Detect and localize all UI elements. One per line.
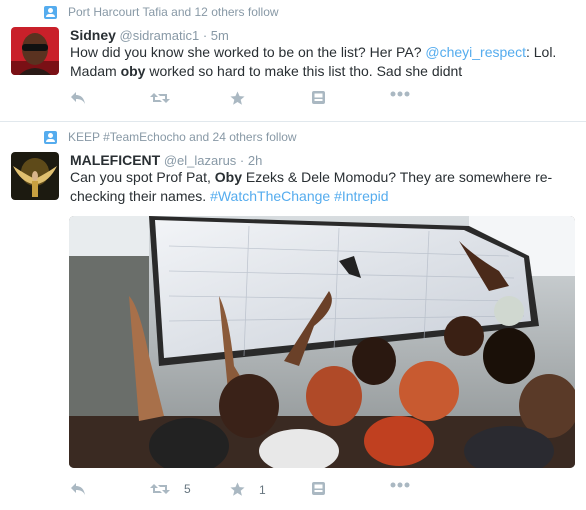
- display-name[interactable]: MALEFICENT: [70, 152, 160, 168]
- reply-icon: [71, 483, 85, 495]
- avatar[interactable]: [11, 27, 59, 75]
- username[interactable]: @sidramatic1: [120, 28, 200, 43]
- text-segment: Ezeks & Dele Momodu? They are somewhere …: [241, 169, 553, 185]
- separator: ·: [202, 28, 208, 43]
- tweet-photo[interactable]: [69, 216, 575, 468]
- tweet-header: MALEFICENT @el_lazarus · 2h: [70, 152, 262, 169]
- tweet[interactable]: KEEP #TeamEchocho and 24 others follow M…: [0, 122, 586, 510]
- avatar[interactable]: [11, 152, 59, 200]
- tweet-text-line: Madam oby worked so hard to make this li…: [70, 62, 575, 81]
- tweet-actions: 5 1: [70, 482, 570, 498]
- highlighted-word: Oby: [214, 169, 242, 185]
- display-name[interactable]: Sidney: [70, 27, 116, 43]
- text-segment: checking their names.: [70, 188, 211, 204]
- tweet-text-line: How did you know she worked to be on the…: [70, 43, 575, 62]
- reply-icon: [71, 92, 85, 104]
- tweet-text: Can you spot Prof Pat, Oby Ezeks & Dele …: [70, 168, 575, 206]
- reply-button[interactable]: [70, 91, 86, 105]
- text-segment: worked so hard to make this list tho. Sa…: [145, 63, 463, 79]
- retweet-button[interactable]: [150, 91, 170, 105]
- retweet-icon: [150, 93, 170, 103]
- timestamp[interactable]: 2h: [248, 153, 262, 168]
- more-button[interactable]: [390, 91, 410, 97]
- separator: ·: [239, 153, 245, 168]
- favorite-button[interactable]: [230, 91, 245, 106]
- hashtag-link[interactable]: #Intrepid: [334, 188, 388, 204]
- tweet-text: How did you know she worked to be on the…: [70, 43, 575, 81]
- tweet[interactable]: Port Harcourt Tafia and 12 others follow…: [0, 0, 586, 122]
- star-icon: [230, 91, 245, 105]
- text-segment: Can you spot Prof Pat,: [70, 169, 215, 185]
- tweet-text-line: checking their names. #WatchTheChange #I…: [70, 187, 575, 206]
- follow-context-text: KEEP #TeamEchocho and 24 others follow: [68, 130, 297, 144]
- follow-context: Port Harcourt Tafia and 12 others follow: [44, 5, 279, 19]
- follow-context: KEEP #TeamEchocho and 24 others follow: [44, 130, 297, 144]
- mention-link[interactable]: @cheyi_respect: [425, 44, 526, 60]
- hashtag-link[interactable]: #WatchTheChange: [210, 188, 330, 204]
- add-to-collection-button[interactable]: [312, 482, 325, 495]
- text-segment: How did you know she worked to be on the…: [70, 44, 426, 60]
- favorite-count: 1: [259, 482, 266, 497]
- tweet-actions: [70, 91, 570, 107]
- collection-icon: [312, 91, 325, 104]
- text-segment: Madam: [70, 63, 121, 79]
- highlighted-word: oby: [120, 63, 146, 79]
- timestamp[interactable]: 5m: [211, 28, 229, 43]
- reply-button[interactable]: [70, 482, 86, 496]
- username[interactable]: @el_lazarus: [164, 153, 236, 168]
- favorite-button[interactable]: 1: [230, 482, 266, 497]
- retweet-count: 5: [184, 482, 191, 496]
- collection-icon: [312, 482, 325, 495]
- more-icon: [390, 482, 410, 488]
- person-icon: [44, 5, 57, 19]
- person-icon: [44, 130, 57, 144]
- star-icon: [230, 482, 245, 496]
- retweet-icon: [150, 484, 170, 494]
- retweet-button[interactable]: 5: [150, 482, 191, 496]
- add-to-collection-button[interactable]: [312, 91, 325, 104]
- tweet-header: Sidney @sidramatic1 · 5m: [70, 27, 229, 44]
- follow-context-text: Port Harcourt Tafia and 12 others follow: [68, 5, 279, 19]
- text-segment: : Lol.: [525, 44, 557, 60]
- more-icon: [390, 91, 410, 97]
- tweet-text-line: Can you spot Prof Pat, Oby Ezeks & Dele …: [70, 168, 575, 187]
- more-button[interactable]: [390, 482, 410, 488]
